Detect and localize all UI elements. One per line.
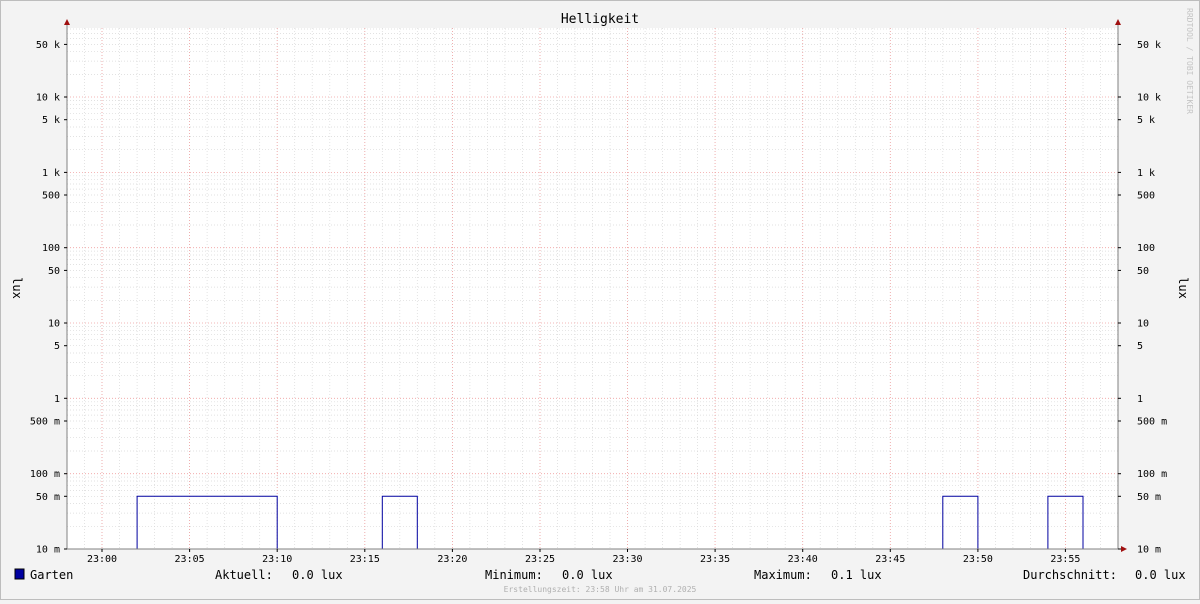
- y-tick-label-left: 10: [48, 319, 60, 330]
- legend-current-value: 0.0 lux: [292, 568, 343, 582]
- y-tick-label-right: 500 m: [1137, 417, 1167, 428]
- y-tick-label-right: 1 k: [1137, 168, 1155, 179]
- x-tick-label: 23:40: [788, 554, 818, 565]
- y-tick-label-left: 10 m: [36, 545, 60, 556]
- y-tick-label-right: 50: [1137, 266, 1149, 277]
- y-tick-label-right: 10 k: [1137, 93, 1161, 104]
- y-tick-label-right: 50 k: [1137, 40, 1161, 51]
- legend-min-value: 0.0 lux: [562, 568, 613, 582]
- legend-avg-value: 0.0 lux: [1135, 568, 1186, 582]
- y-axis-right-arrow-icon: [1115, 19, 1121, 25]
- legend-series-name: Garten: [30, 568, 73, 582]
- y-tick-label-right: 100: [1137, 243, 1155, 254]
- y-tick-label-left: 50: [48, 266, 60, 277]
- chart-title: Helligkeit: [561, 12, 639, 27]
- legend: Garten Aktuell: 0.0 lux Minimum: 0.0 lux…: [14, 568, 1186, 582]
- y-tick-label-left: 500: [42, 191, 60, 202]
- x-tick-label: 23:15: [350, 554, 380, 565]
- x-tick-label: 23:05: [175, 554, 205, 565]
- legend-max-label: Maximum:: [754, 568, 812, 582]
- y-tick-label-left: 1: [54, 394, 60, 405]
- x-tick-label: 23:55: [1050, 554, 1080, 565]
- x-tick-label: 23:25: [525, 554, 555, 565]
- y-tick-label-right: 5: [1137, 341, 1143, 352]
- y-tick-label-right: 5 k: [1137, 115, 1155, 126]
- y-tick-label-right: 10 m: [1137, 545, 1161, 556]
- y-tick-label-right: 10: [1137, 319, 1149, 330]
- graph-frame: 50 k 10 k 5 k 1 k 500 100 50 10 5 1 500 m 100 m 50 m…: [0, 0, 1200, 600]
- y-ticks-left: 50 k 10 k 5 k 1 k 500 100 50 10 5 1 500 m 100 m 50 m…: [30, 40, 67, 556]
- x-tick-label: 23:10: [262, 554, 292, 565]
- x-tick-label: 23:30: [612, 554, 642, 565]
- y-tick-label-left: 100 m: [30, 469, 60, 480]
- y-axis-label-right: lux: [1176, 277, 1190, 299]
- y-tick-label-left: 500 m: [30, 417, 60, 428]
- legend-max-value: 0.1 lux: [831, 568, 882, 582]
- y-tick-label-right: 500: [1137, 191, 1155, 202]
- y-axis-label-left: lux: [10, 277, 24, 299]
- legend-swatch: [14, 568, 25, 580]
- y-tick-label-left: 5: [54, 341, 60, 352]
- x-ticks: 23:00 23:05 23:10 23:15 23:20 23:25 23:30 23:35…: [87, 549, 1080, 565]
- y-ticks-right: 50 k 10 k 5 k 1 k 500 100 50 10 5 1 500 m 100 m 50 m…: [1118, 40, 1167, 556]
- footer-timestamp: Erstellungszeit: 23:58 Uhr am 31.07.2025: [504, 585, 697, 594]
- y-tick-label-left: 1 k: [42, 168, 60, 179]
- y-axis-left-arrow-icon: [64, 19, 70, 25]
- y-tick-label-right: 50 m: [1137, 492, 1161, 503]
- legend-avg-label: Durchschnitt:: [1023, 568, 1117, 582]
- y-tick-label-left: 50 m: [36, 492, 60, 503]
- x-tick-label: 23:35: [700, 554, 730, 565]
- x-axis-arrow-icon: [1121, 546, 1127, 552]
- brightness-chart: 50 k 10 k 5 k 1 k 500 100 50 10 5 1 500 m 100 m 50 m…: [10, 8, 1194, 594]
- legend-current-label: Aktuell:: [215, 568, 273, 582]
- x-tick-label: 23:20: [437, 554, 467, 565]
- y-tick-label-left: 50 k: [36, 40, 60, 51]
- x-tick-label: 23:00: [87, 554, 117, 565]
- y-tick-label-right: 100 m: [1137, 469, 1167, 480]
- watermark: RRDTOOL / TOBI OETIKER: [1185, 8, 1194, 114]
- y-tick-label-left: 5 k: [42, 115, 60, 126]
- y-tick-label-right: 1: [1137, 394, 1143, 405]
- x-tick-label: 23:45: [875, 554, 905, 565]
- y-tick-label-left: 100: [42, 243, 60, 254]
- x-tick-label: 23:50: [963, 554, 993, 565]
- y-tick-label-left: 10 k: [36, 93, 60, 104]
- legend-min-label: Minimum:: [485, 568, 543, 582]
